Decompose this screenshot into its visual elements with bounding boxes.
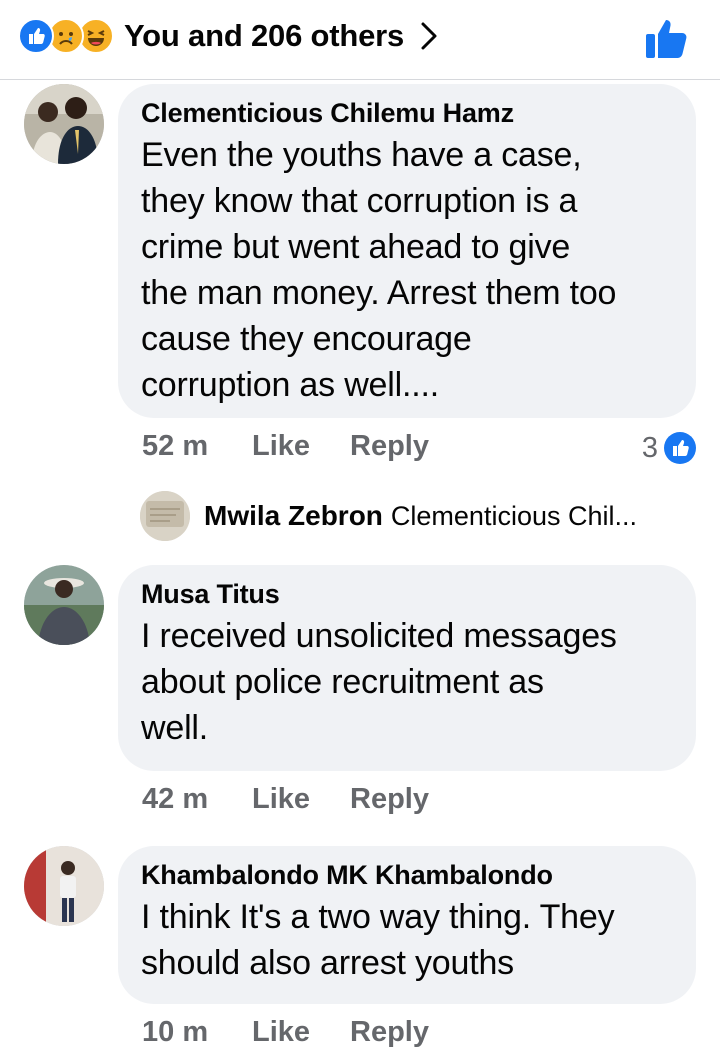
reaction-count: 3	[641, 431, 658, 464]
reply-button[interactable]: Reply	[350, 1016, 429, 1049]
comment-item: Musa Titus I received unsolicited messag…	[0, 563, 720, 833]
avatar[interactable]	[24, 846, 104, 926]
comment-bubble: Clementicious Chilemu Hamz Even the yout…	[118, 84, 696, 418]
comment-timestamp[interactable]: 10 m	[142, 1016, 208, 1049]
like-icon	[664, 432, 696, 464]
like-button[interactable]: Like	[252, 783, 310, 816]
reply-button[interactable]: Reply	[350, 783, 429, 816]
reactions-summary[interactable]: You and 206 others	[18, 10, 440, 62]
reactions-summary-text: You and 206 others	[124, 18, 405, 53]
reply-author: Mwila Zebron	[204, 500, 383, 531]
like-button[interactable]: Like	[252, 1016, 310, 1049]
comment-timestamp[interactable]: 42 m	[142, 783, 208, 816]
chevron-right-icon	[421, 22, 437, 50]
comment-actions: 42 m Like Reply	[142, 783, 702, 823]
reply-snippet: Clementicious Chil...	[390, 500, 637, 531]
comment-text: I received unsolicited messages about po…	[141, 617, 617, 747]
comment-author[interactable]: Musa Titus	[141, 577, 672, 611]
comment-item: Clementicious Chilemu Hamz Even the yout…	[0, 80, 720, 560]
comment-actions: 52 m Like Reply	[142, 430, 702, 470]
comment-author[interactable]: Khambalondo MK Khambalondo	[141, 858, 672, 892]
comment-reaction-count[interactable]: 3	[642, 428, 696, 468]
avatar[interactable]	[24, 565, 104, 645]
avatar[interactable]	[24, 84, 104, 164]
like-reaction-icon	[18, 18, 54, 54]
comment-bubble: Musa Titus I received unsolicited messag…	[118, 565, 696, 771]
comment-author[interactable]: Clementicious Chilemu Hamz	[141, 96, 672, 130]
comment-timestamp[interactable]: 52 m	[142, 430, 208, 463]
comment-text: I think It's a two way thing. They shoul…	[141, 898, 615, 982]
comment-bubble: Khambalondo MK Khambalondo I think It's …	[118, 846, 696, 1004]
reactions-header: You and 206 others	[0, 0, 720, 80]
comment-actions: 10 m Like Reply	[142, 1016, 702, 1056]
reply-preview[interactable]: Mwila Zebron Clementicious Chil...	[140, 490, 637, 542]
like-thumb-icon[interactable]	[644, 14, 692, 62]
comments-screen: You and 206 others Clementicious Chilemu	[0, 0, 720, 1058]
comment-text: Even the youths have a case, they know t…	[141, 136, 617, 404]
comment-item: Khambalondo MK Khambalondo I think It's …	[0, 844, 720, 1058]
like-button[interactable]: Like	[252, 430, 310, 463]
reply-avatar	[140, 491, 190, 541]
reply-button[interactable]: Reply	[350, 430, 429, 463]
